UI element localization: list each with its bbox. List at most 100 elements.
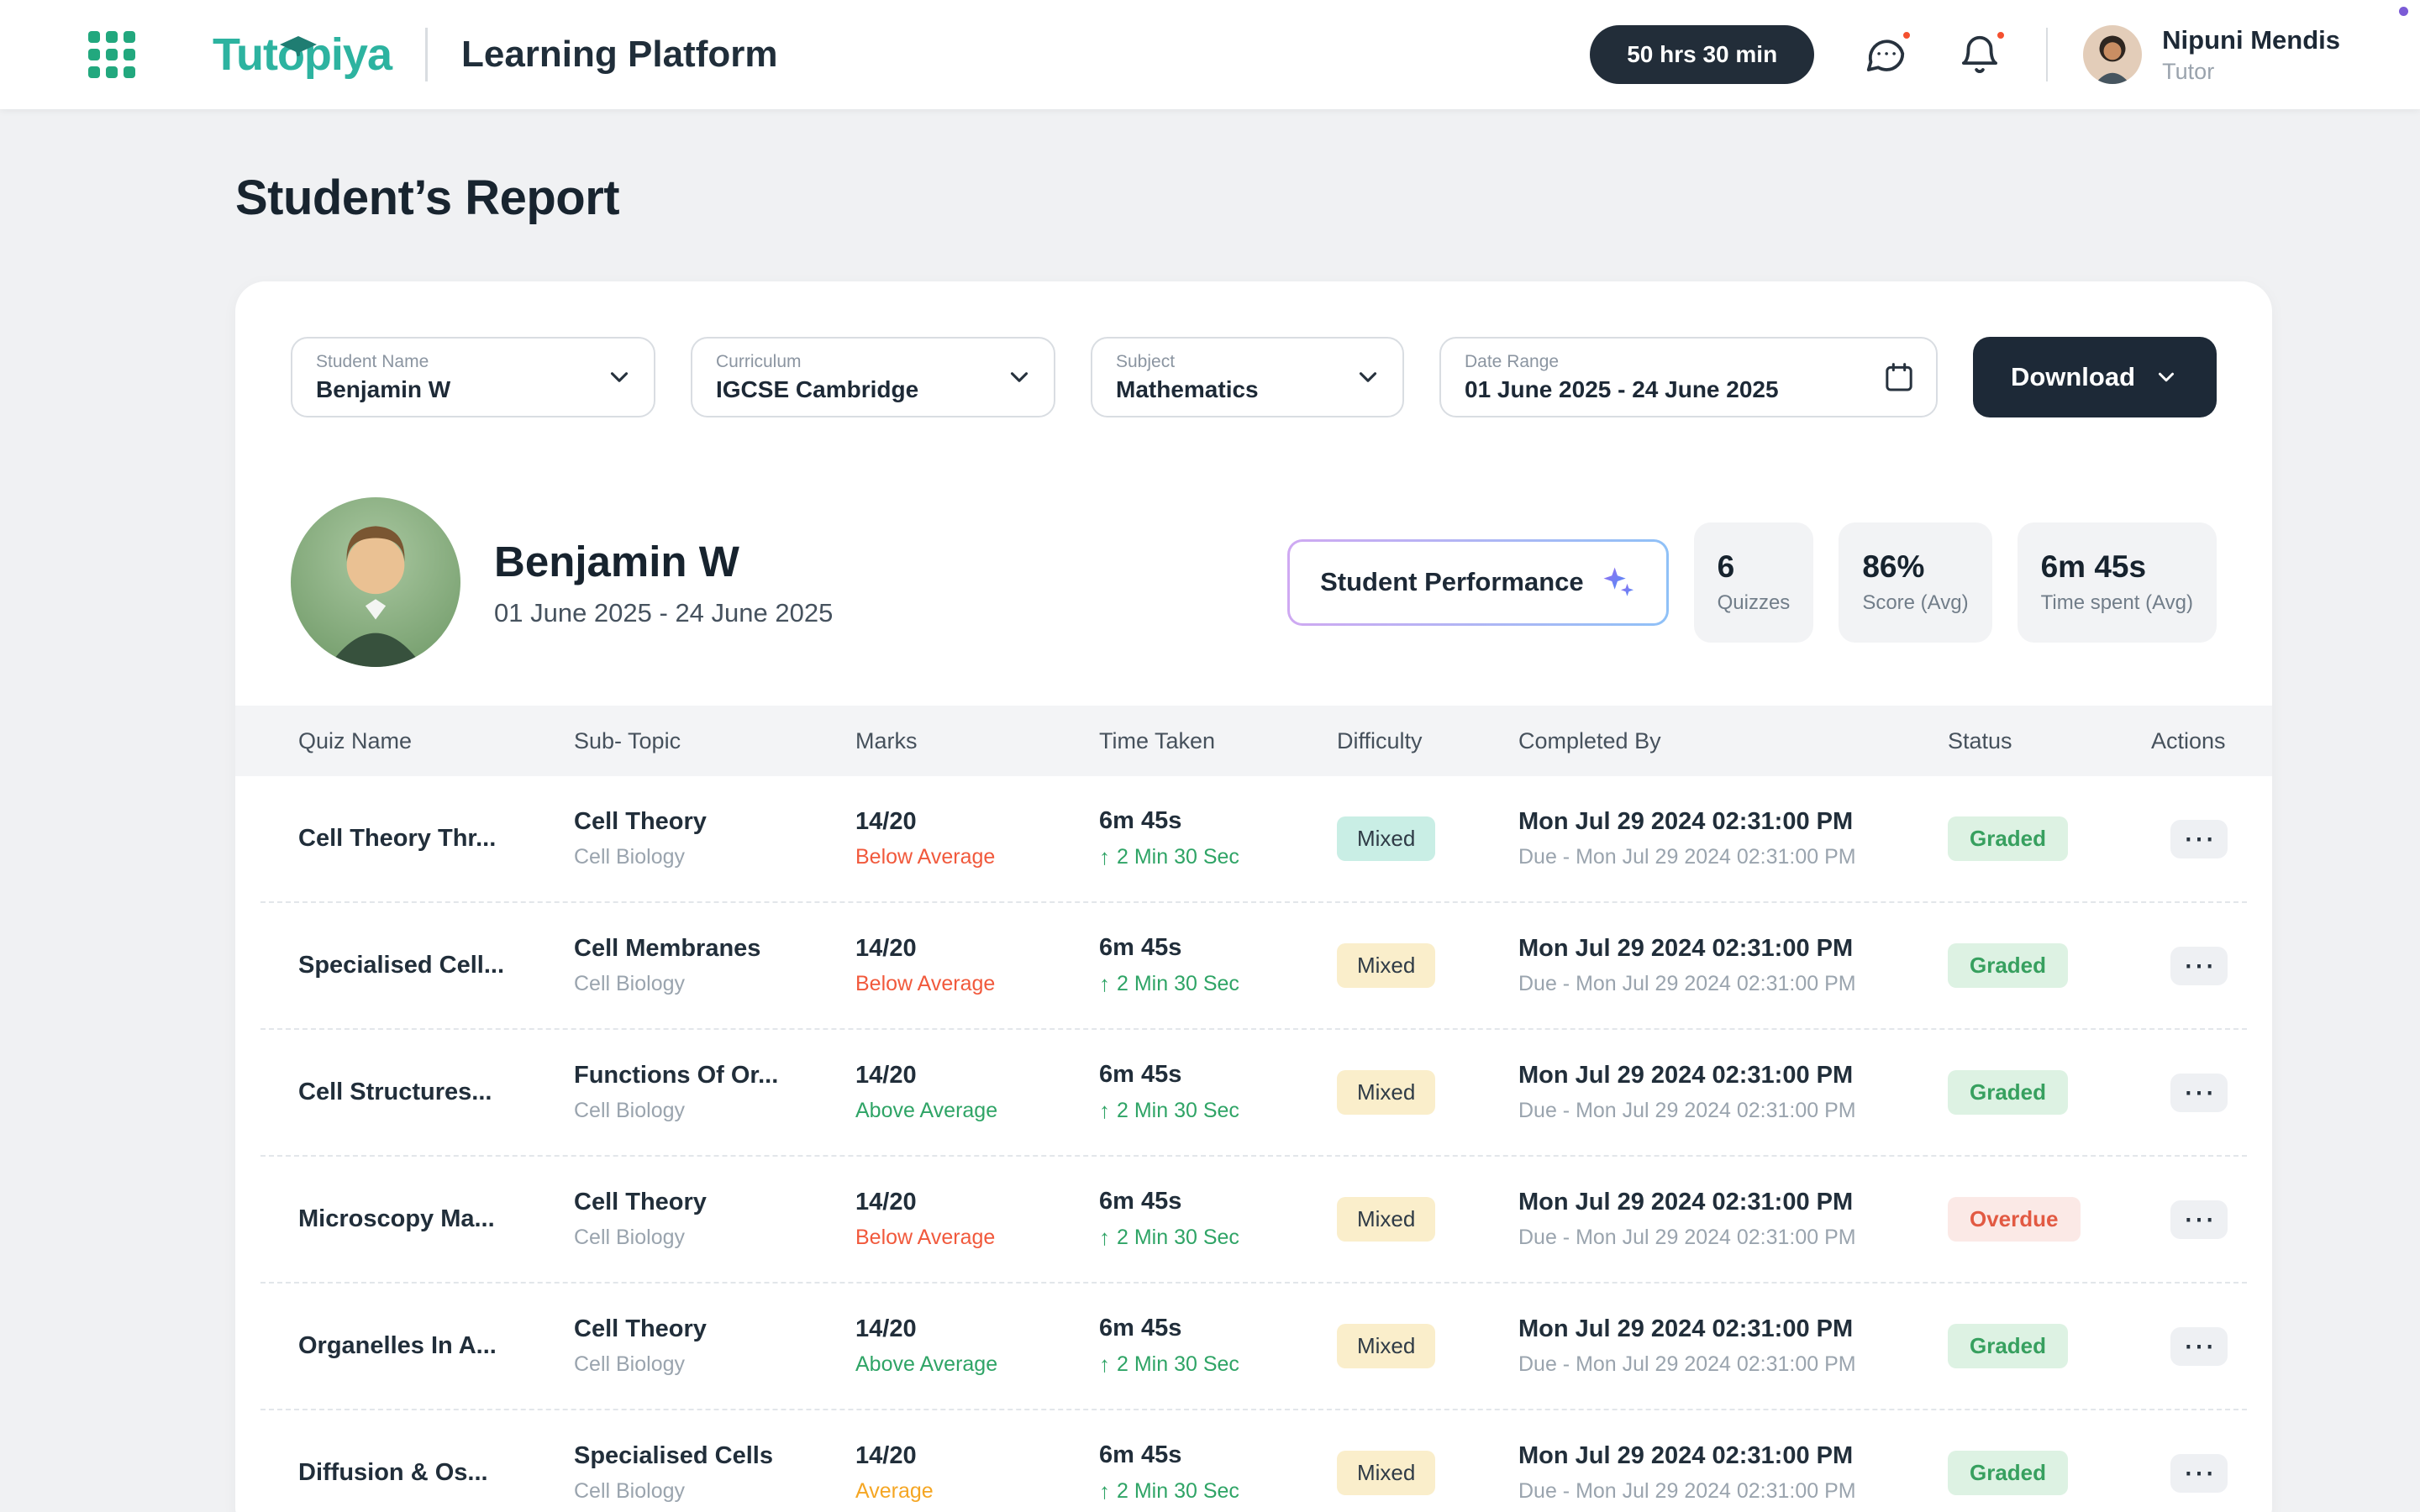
messages-button[interactable] xyxy=(1863,32,1908,77)
calendar-icon xyxy=(1882,360,1916,394)
status-badge: Graded xyxy=(1948,1324,2068,1368)
ellipsis-icon: ⋯ xyxy=(2183,948,2215,984)
status-cell: Graded xyxy=(1948,1451,2151,1495)
download-button[interactable]: Download xyxy=(1973,337,2217,417)
status-badge: Graded xyxy=(1948,1451,2068,1495)
table-row[interactable]: Cell Structures... Functions Of Or... Ce… xyxy=(260,1030,2247,1157)
time-note-text: 2 Min 30 Sec xyxy=(1117,1226,1239,1250)
student-performance-button[interactable]: Student Performance xyxy=(1287,539,1669,626)
apps-grid-icon[interactable] xyxy=(88,31,135,78)
ellipsis-icon: ⋯ xyxy=(2183,822,2215,857)
subject-select[interactable]: Subject Mathematics xyxy=(1091,337,1404,417)
time-value: 6m 45s xyxy=(1099,934,1337,962)
student-name-select[interactable]: Student Name Benjamin W xyxy=(291,337,655,417)
subtopic-cell: Cell Theory Cell Biology xyxy=(574,808,855,869)
marks-note: Above Average xyxy=(855,1352,1099,1377)
quiz-table-header: Quiz NameSub- TopicMarksTime TakenDiffic… xyxy=(235,706,2272,776)
row-actions-button[interactable]: ⋯ xyxy=(2170,1200,2228,1239)
ellipsis-icon: ⋯ xyxy=(2183,1329,2215,1364)
time-note: ↑ 2 Min 30 Sec xyxy=(1099,1225,1337,1251)
quiz-name-cell: Specialised Cell... xyxy=(298,952,574,979)
stat-value: 6 xyxy=(1718,549,1791,585)
notification-dot xyxy=(1900,29,1913,42)
completed-by-cell: Mon Jul 29 2024 02:31:00 PM Due - Mon Ju… xyxy=(1518,1442,1948,1504)
stat-value: 86% xyxy=(1862,549,1968,585)
due-date: Due - Mon Jul 29 2024 02:31:00 PM xyxy=(1518,1352,1948,1377)
ellipsis-icon: ⋯ xyxy=(2183,1456,2215,1491)
tutoring-hours-badge[interactable]: 50 hrs 30 min xyxy=(1590,25,1814,84)
actions-cell: ⋯ xyxy=(2151,1074,2247,1112)
marks-value: 14/20 xyxy=(855,935,1099,963)
row-actions-button[interactable]: ⋯ xyxy=(2170,1074,2228,1112)
difficulty-cell: Mixed xyxy=(1337,1070,1518,1115)
date-range-picker[interactable]: Date Range 01 June 2025 - 24 June 2025 xyxy=(1439,337,1938,417)
column-header: Quiz Name xyxy=(298,728,574,754)
subtopic-name: Cell Membranes xyxy=(574,935,855,963)
quiz-name-cell: Diffusion & Os... xyxy=(298,1459,574,1487)
table-row[interactable]: Organelles In A... Cell Theory Cell Biol… xyxy=(260,1284,2247,1410)
tutor-avatar[interactable] xyxy=(2083,25,2142,84)
page-title: Student’s Report xyxy=(235,170,2420,226)
chevron-down-icon xyxy=(1005,363,1034,391)
stat-quizzes: 6 Quizzes xyxy=(1694,522,1814,643)
table-row[interactable]: Microscopy Ma... Cell Theory Cell Biolog… xyxy=(260,1157,2247,1284)
filter-label: Date Range xyxy=(1465,352,1877,372)
row-actions-button[interactable]: ⋯ xyxy=(2170,1454,2228,1493)
table-row[interactable]: Diffusion & Os... Specialised Cells Cell… xyxy=(260,1410,2247,1512)
student-date-range: 01 June 2025 - 24 June 2025 xyxy=(494,598,833,628)
completed-by-cell: Mon Jul 29 2024 02:31:00 PM Due - Mon Ju… xyxy=(1518,1189,1948,1250)
arrow-up-icon: ↑ xyxy=(1099,844,1110,870)
marks-value: 14/20 xyxy=(855,1442,1099,1470)
filter-label: Curriculum xyxy=(716,352,995,372)
subtopic-cell: Cell Theory Cell Biology xyxy=(574,1189,855,1250)
arrow-up-icon: ↑ xyxy=(1099,1352,1110,1378)
completed-date: Mon Jul 29 2024 02:31:00 PM xyxy=(1518,935,1948,963)
actions-cell: ⋯ xyxy=(2151,1327,2247,1366)
column-header: Actions xyxy=(2151,728,2272,754)
recording-indicator-dot xyxy=(2399,7,2408,16)
time-value: 6m 45s xyxy=(1099,1315,1337,1342)
table-row[interactable]: Specialised Cell... Cell Membranes Cell … xyxy=(260,903,2247,1030)
quiz-name-cell: Microscopy Ma... xyxy=(298,1205,574,1233)
column-header: Status xyxy=(1948,728,2151,754)
filters-row: Student Name Benjamin W Curriculum IGCSE… xyxy=(235,337,2272,417)
curriculum-select[interactable]: Curriculum IGCSE Cambridge xyxy=(691,337,1055,417)
stat-label: Time spent (Avg) xyxy=(2041,591,2193,615)
marks-note: Below Average xyxy=(855,1226,1099,1250)
row-actions-button[interactable]: ⋯ xyxy=(2170,1327,2228,1366)
subtopic-cell: Functions Of Or... Cell Biology xyxy=(574,1062,855,1123)
marks-value: 14/20 xyxy=(855,1062,1099,1089)
completed-date: Mon Jul 29 2024 02:31:00 PM xyxy=(1518,1315,1948,1343)
completed-date: Mon Jul 29 2024 02:31:00 PM xyxy=(1518,1189,1948,1216)
difficulty-cell: Mixed xyxy=(1337,1324,1518,1368)
marks-cell: 14/20 Below Average xyxy=(855,935,1099,996)
quiz-name: Organelles In A... xyxy=(298,1332,574,1360)
column-header: Time Taken xyxy=(1099,728,1337,754)
marks-note: Average xyxy=(855,1479,1099,1504)
user-menu[interactable]: Nipuni Mendis Tutor xyxy=(2162,25,2340,85)
table-row[interactable]: Cell Theory Thr... Cell Theory Cell Biol… xyxy=(260,776,2247,903)
marks-note: Below Average xyxy=(855,972,1099,996)
arrow-up-icon: ↑ xyxy=(1099,971,1110,997)
time-note: ↑ 2 Min 30 Sec xyxy=(1099,1352,1337,1378)
row-actions-button[interactable]: ⋯ xyxy=(2170,947,2228,985)
subtopic-subject: Cell Biology xyxy=(574,1352,855,1377)
subtopic-subject: Cell Biology xyxy=(574,845,855,869)
completed-by-cell: Mon Jul 29 2024 02:31:00 PM Due - Mon Ju… xyxy=(1518,1062,1948,1123)
user-role: Tutor xyxy=(2162,59,2340,85)
status-cell: Overdue xyxy=(1948,1197,2151,1242)
notification-dot xyxy=(1994,29,2007,42)
status-cell: Graded xyxy=(1948,943,2151,988)
quiz-name: Cell Theory Thr... xyxy=(298,825,574,853)
notifications-button[interactable] xyxy=(1957,32,2002,77)
subtopic-subject: Cell Biology xyxy=(574,1226,855,1250)
stat-score-avg: 86% Score (Avg) xyxy=(1839,522,1991,643)
marks-cell: 14/20 Above Average xyxy=(855,1062,1099,1123)
quiz-name-cell: Organelles In A... xyxy=(298,1332,574,1360)
completed-date: Mon Jul 29 2024 02:31:00 PM xyxy=(1518,1442,1948,1470)
row-actions-button[interactable]: ⋯ xyxy=(2170,820,2228,858)
time-note-text: 2 Min 30 Sec xyxy=(1117,845,1239,869)
difficulty-cell: Mixed xyxy=(1337,1451,1518,1495)
divider xyxy=(2046,28,2048,81)
brand-logo[interactable]: Tutopiya xyxy=(213,29,392,81)
